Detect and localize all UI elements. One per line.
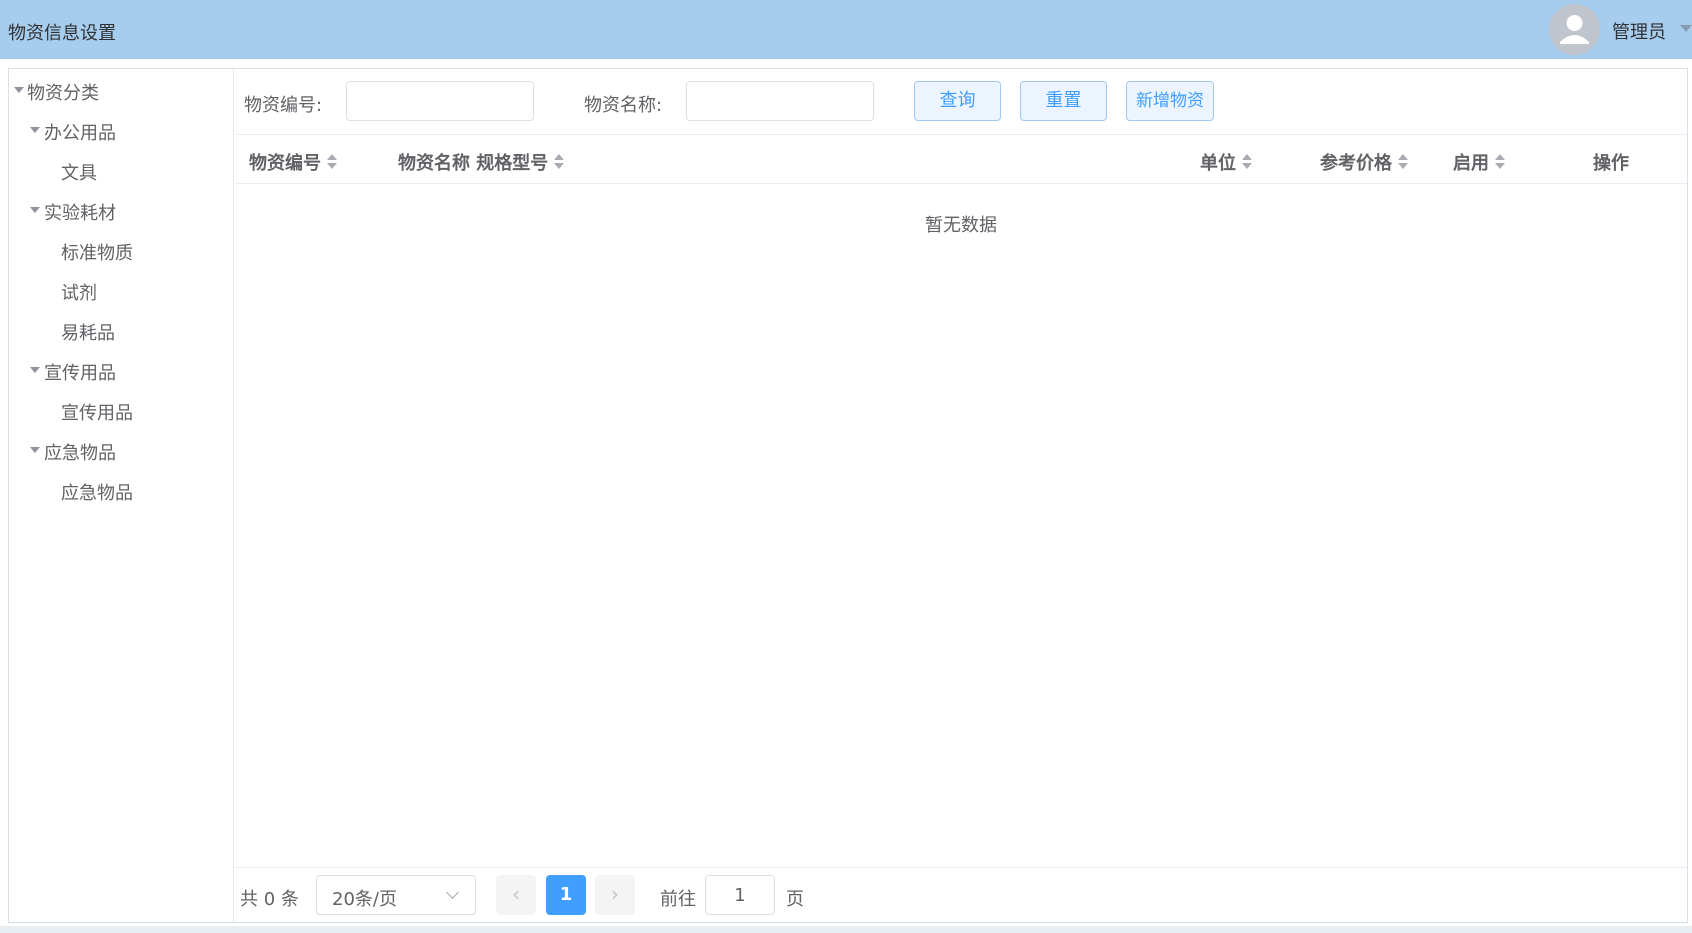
pagination-divider — [235, 867, 1687, 868]
tree-expand-icon[interactable] — [30, 367, 40, 373]
query-button[interactable]: 查询 — [914, 81, 1001, 121]
user-avatar-icon[interactable] — [1549, 4, 1600, 55]
tree-node-emergency-items[interactable]: 应急物品 — [61, 479, 133, 505]
page-size-select[interactable]: 20条/页 — [316, 875, 476, 915]
chevron-down-icon — [446, 886, 459, 899]
user-menu-caret-icon[interactable] — [1680, 25, 1692, 32]
sort-icon[interactable] — [327, 153, 337, 171]
sort-icon[interactable] — [1398, 153, 1408, 171]
tree-node-promotional[interactable]: 宣传用品 — [30, 359, 116, 385]
tree-expand-icon[interactable] — [30, 447, 40, 453]
tree-node-reagents[interactable]: 试剂 — [61, 279, 97, 305]
tree-node-office-supplies[interactable]: 办公用品 — [30, 119, 116, 145]
tree-node-consumables[interactable]: 易耗品 — [61, 319, 115, 345]
table-header: 物资编号 物资名称 规格型号 单位 参考价格 启用 操作 — [235, 134, 1687, 184]
column-header-price[interactable]: 参考价格 — [1320, 149, 1408, 175]
tree-node-standard-materials[interactable]: 标准物质 — [61, 239, 133, 265]
tree-expand-icon[interactable] — [30, 207, 40, 213]
column-header-actions: 操作 — [1593, 153, 1629, 174]
name-input[interactable] — [686, 81, 874, 121]
tree-node-stationery[interactable]: 文具 — [61, 159, 97, 185]
sort-icon[interactable] — [1242, 153, 1252, 171]
goto-page-input[interactable] — [705, 875, 775, 915]
sort-icon[interactable] — [554, 153, 565, 171]
tree-expand-icon[interactable] — [30, 127, 40, 133]
column-header-name-spec[interactable]: 物资名称 规格型号 — [398, 149, 565, 175]
top-bar: 物资信息设置 管理员 — [0, 0, 1692, 59]
page-size-value: 20条/页 — [332, 889, 397, 910]
column-header-enabled[interactable]: 启用 — [1453, 149, 1505, 175]
content-frame — [8, 68, 1688, 923]
goto-suffix: 页 — [786, 889, 804, 910]
tree-node-emergency[interactable]: 应急物品 — [30, 439, 116, 465]
add-item-button[interactable]: 新增物资 — [1126, 81, 1214, 121]
name-label: 物资名称: — [584, 95, 663, 116]
code-label: 物资编号: — [244, 95, 323, 116]
tree-node-root[interactable]: 物资分类 — [12, 79, 99, 105]
sort-icon[interactable] — [1495, 153, 1505, 171]
goto-prefix: 前往 — [660, 889, 696, 910]
user-name[interactable]: 管理员 — [1612, 18, 1666, 44]
tree-expand-icon[interactable] — [14, 87, 24, 93]
bottom-strip — [0, 926, 1692, 933]
reset-button[interactable]: 重置 — [1020, 81, 1107, 121]
page-number-current[interactable]: 1 — [546, 875, 586, 915]
tree-node-promotional-items[interactable]: 宣传用品 — [61, 399, 133, 425]
next-page-button[interactable]: › — [595, 875, 635, 915]
prev-page-button[interactable]: ‹ — [496, 875, 536, 915]
column-header-unit[interactable]: 单位 — [1200, 149, 1252, 175]
code-input[interactable] — [346, 81, 534, 121]
pagination-total: 共 0 条 — [240, 889, 299, 910]
category-tree: 物资分类 办公用品 文具 实验耗材 标准物质 试剂 易耗品 宣传用品 宣传用品 … — [9, 69, 234, 922]
empty-table-text: 暂无数据 — [925, 215, 997, 236]
tree-node-lab-consumables[interactable]: 实验耗材 — [30, 199, 116, 225]
column-header-code[interactable]: 物资编号 — [249, 149, 337, 175]
page-title: 物资信息设置 — [8, 23, 116, 44]
